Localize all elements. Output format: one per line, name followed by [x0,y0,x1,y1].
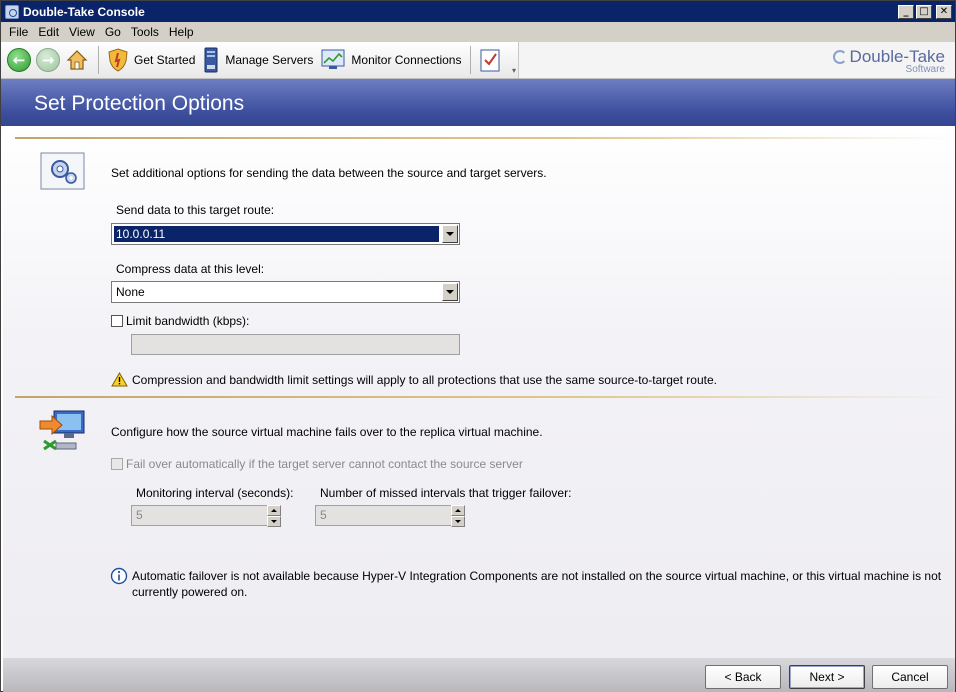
compress-label: Compress data at this level: [116,262,265,276]
toolbar-separator [470,46,472,74]
monitoring-interval-label: Monitoring interval (seconds): [136,486,294,500]
app-icon [5,4,19,19]
maximize-button[interactable]: □ [916,4,932,19]
info-icon [110,567,128,588]
page-header: Set Protection Options [1,79,955,126]
route-label: Send data to this target route: [116,203,275,217]
close-button[interactable]: ✕ [936,4,952,19]
toolbar-overflow-icon[interactable]: ▾ [512,66,516,75]
data-section-description: Set additional options for sending the d… [111,166,547,180]
monitor-chart-icon [321,49,345,69]
menu-edit[interactable]: Edit [33,25,64,39]
compression-warning-text: Compression and bandwidth limit settings… [132,373,717,387]
auto-failover-checkbox[interactable] [111,458,123,470]
toolbar-buttons: ← → Get Started Manage Servers Monitor C… [1,42,519,78]
failover-info-line1: Automatic failover is not available beca… [132,569,942,583]
missed-intervals-spinner[interactable] [451,505,465,527]
spin-down-icon[interactable] [267,516,281,527]
spin-up-icon[interactable] [451,505,465,516]
limit-bandwidth-label: Limit bandwidth (kbps): [126,314,250,328]
menu-help[interactable]: Help [164,25,199,39]
menu-bar: File Edit View Go Tools Help [1,22,955,42]
title-bar: Double-Take Console _ □ ✕ [1,1,955,22]
auto-failover-label: Fail over automatically if the target se… [126,457,523,471]
target-route-value: 10.0.0.11 [114,226,439,242]
manage-servers-button[interactable]: Manage Servers [199,46,317,74]
missed-intervals-label: Number of missed intervals that trigger … [320,486,572,500]
failover-vm-icon [38,407,88,456]
menu-view[interactable]: View [64,25,100,39]
toolbar-separator [98,46,99,74]
chevron-down-icon[interactable] [442,283,458,301]
failover-info-line2: currently powered on. [132,585,248,599]
cancel-button[interactable]: Cancel [872,665,948,689]
gear-options-icon [40,152,86,195]
warning-icon [111,371,128,390]
spin-up-icon[interactable] [267,505,281,516]
wizard-footer: < Back Next > Cancel [3,658,955,692]
monitoring-interval-spinner[interactable] [267,505,281,527]
next-button[interactable]: Next > [789,665,865,689]
menu-go[interactable]: Go [100,25,126,39]
missed-intervals-input[interactable]: 5 [315,505,452,526]
checklist-button[interactable] [476,46,504,74]
menu-tools[interactable]: Tools [126,25,164,39]
main-window: Double-Take Console _ □ ✕ File Edit View… [0,0,956,692]
brand-logo: Double-Take Software [832,47,945,75]
chevron-down-icon[interactable] [442,225,458,243]
section-divider [15,396,955,398]
back-button[interactable]: < Back [705,665,781,689]
toolbar: ← → Get Started Manage Servers Monitor C… [1,42,955,79]
content-area: Set additional options for sending the d… [3,126,955,658]
target-route-select[interactable]: 10.0.0.11 [111,223,460,245]
compression-level-value: None [116,285,145,299]
get-started-button[interactable]: Get Started [104,46,199,74]
back-arrow-icon[interactable]: ← [7,48,31,72]
limit-bandwidth-checkbox[interactable] [111,315,123,327]
bandwidth-input[interactable] [131,334,460,355]
shield-icon [108,48,128,72]
monitor-connections-button[interactable]: Monitor Connections [317,46,465,74]
logo-swirl-icon [832,50,847,64]
window-title: Double-Take Console [23,4,145,19]
compression-level-select[interactable]: None [111,281,460,303]
page-title: Set Protection Options [34,92,245,115]
minimize-button[interactable]: _ [898,4,914,19]
server-icon [204,47,218,73]
menu-file[interactable]: File [4,25,33,39]
home-icon[interactable] [65,48,89,72]
checklist-icon [480,49,500,72]
monitoring-interval-input[interactable]: 5 [131,505,268,526]
section-divider [15,137,955,139]
spin-down-icon[interactable] [451,516,465,527]
forward-arrow-icon[interactable]: → [36,48,60,72]
failover-section-description: Configure how the source virtual machine… [111,425,543,439]
